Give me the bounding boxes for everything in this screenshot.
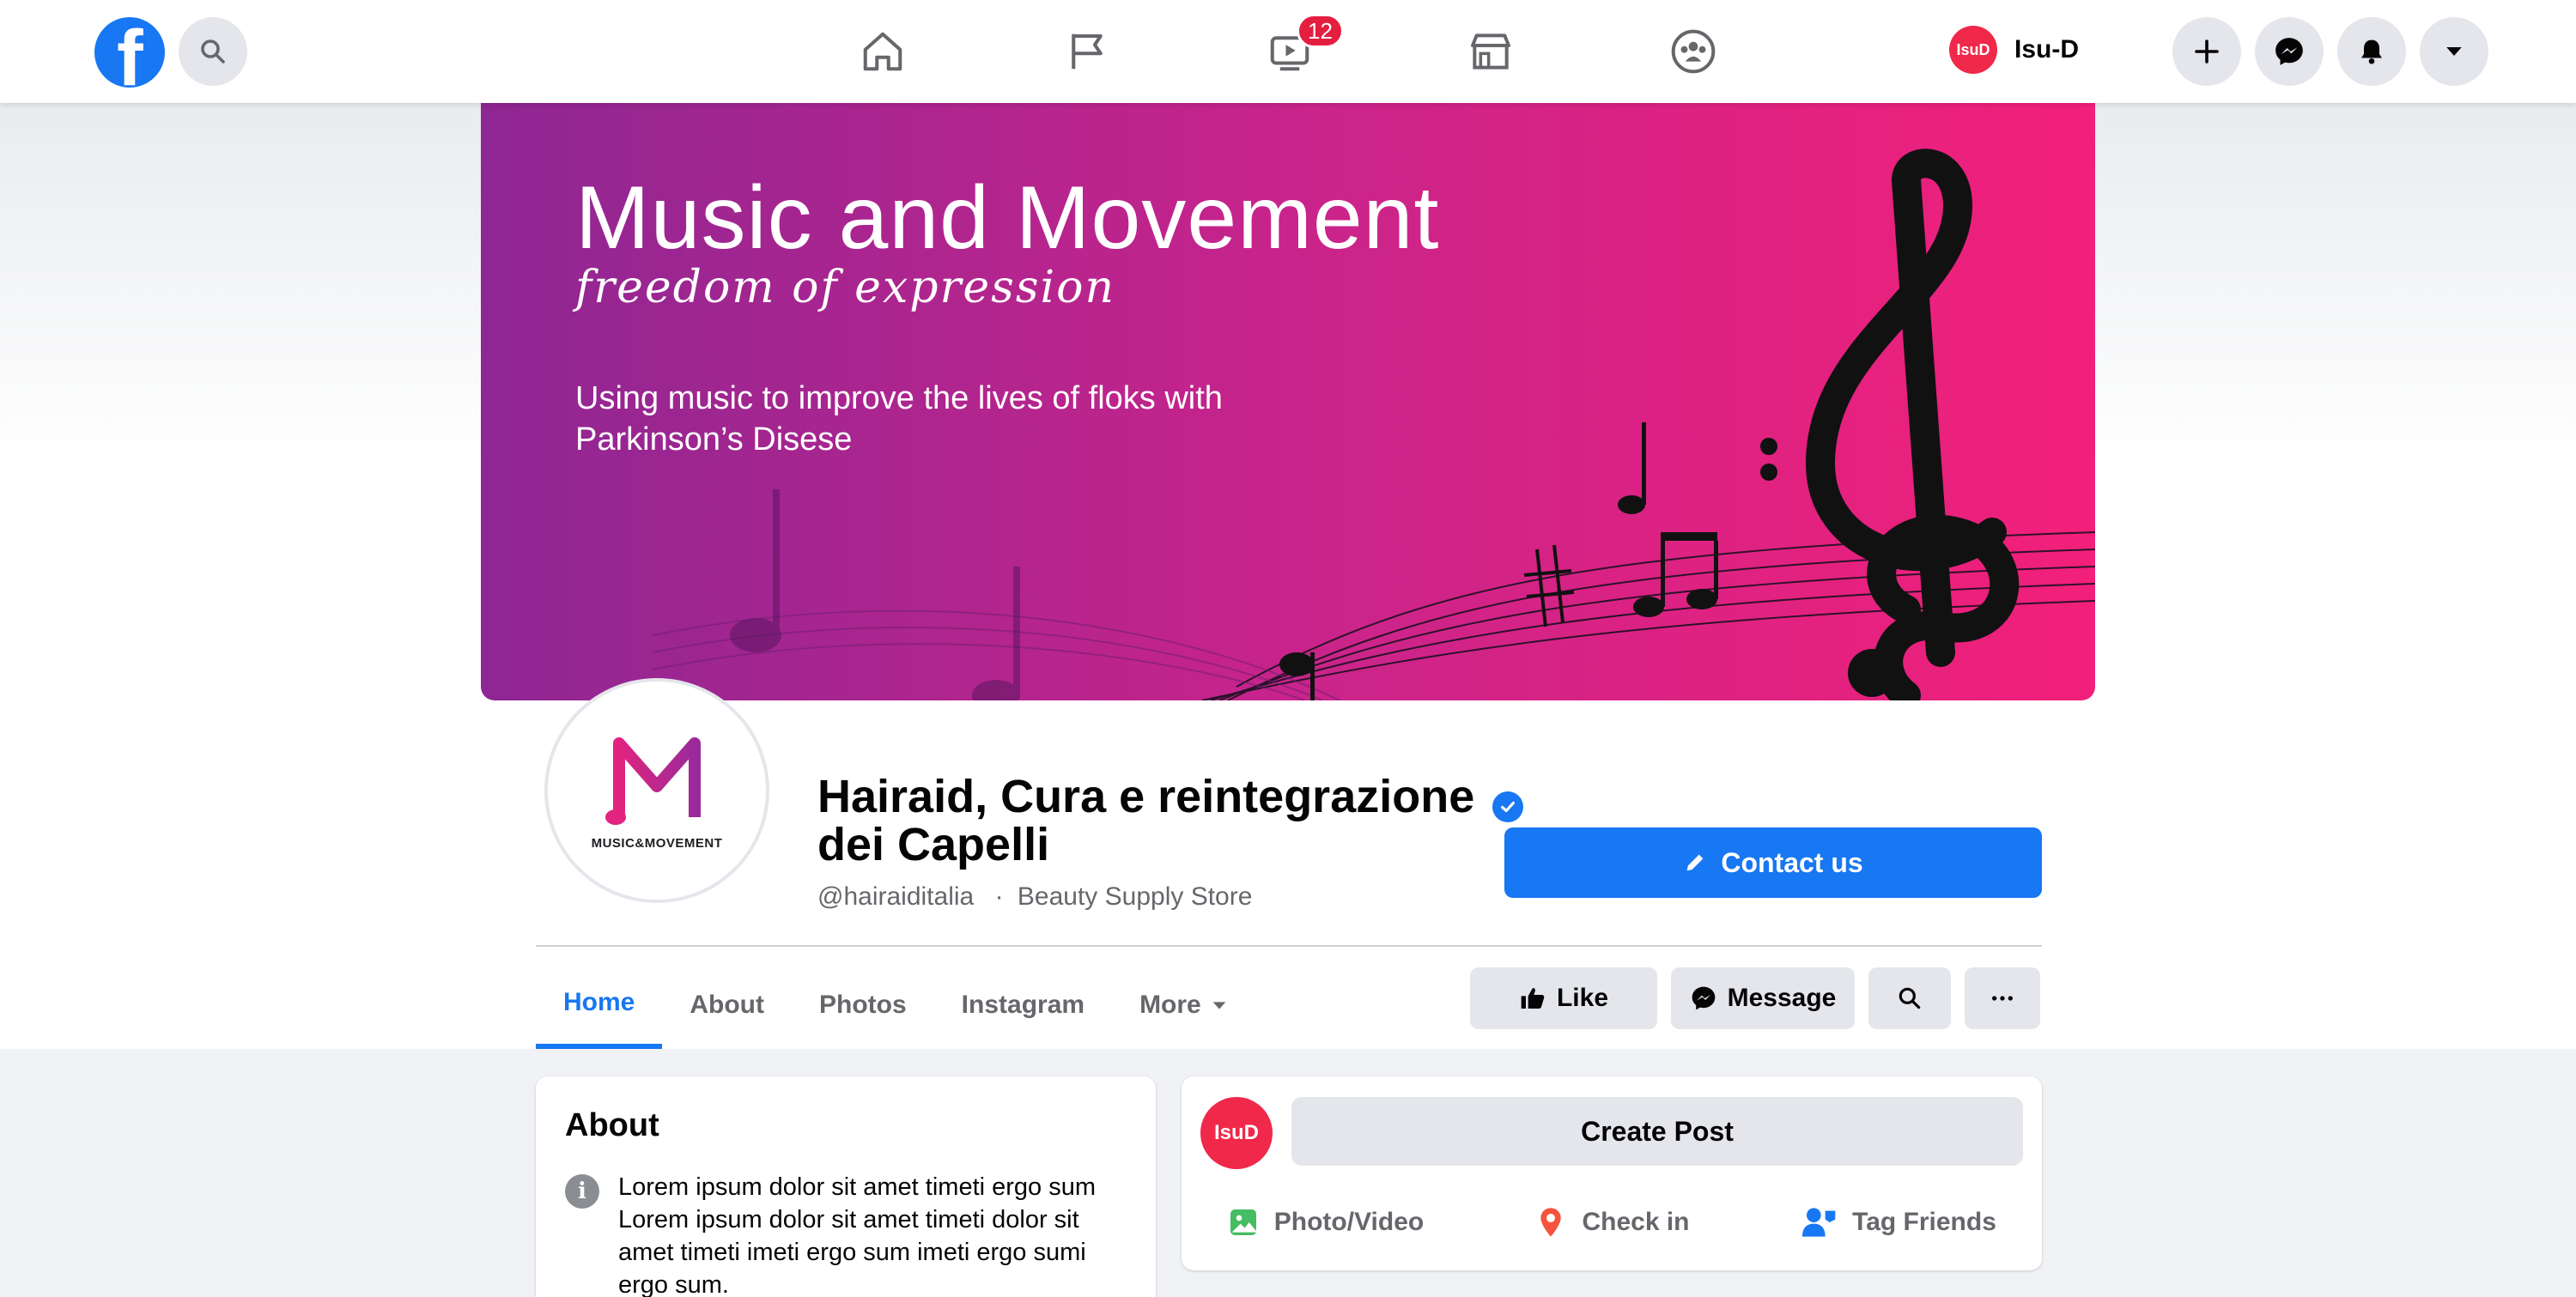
thumbs-up-icon (1521, 988, 1545, 1009)
nav-marketplace[interactable] (1465, 26, 1516, 77)
tab-photos-label: Photos (819, 991, 907, 1019)
plus-icon (2195, 39, 2219, 64)
notifications-button[interactable] (2337, 17, 2406, 86)
nav-home[interactable] (857, 26, 908, 77)
caret-down-icon (2446, 47, 2462, 56)
store-icon (1471, 33, 1510, 70)
check-in-button[interactable]: Check in (1468, 1188, 1755, 1257)
tab-about[interactable]: About (662, 961, 792, 1049)
bell-icon (2361, 39, 2382, 64)
caret-down-icon (1212, 1002, 1226, 1009)
tab-instagram-label: Instagram (961, 991, 1085, 1019)
contact-us-label: Contact us (1721, 846, 1863, 878)
profile-picture[interactable]: MUSIC&MOVEMENT (544, 678, 769, 903)
header-divider (536, 945, 2042, 947)
avatar[interactable]: IsuD (1200, 1097, 1273, 1169)
groups-icon (1671, 29, 1716, 74)
avatar: IsuD (1949, 26, 1997, 74)
user-profile-chip[interactable]: IsuD Isu-D (1949, 26, 2079, 74)
page-category[interactable]: Beauty Supply Store (1018, 882, 1253, 911)
more-options-button[interactable] (1965, 967, 2040, 1029)
post-actions: Photo/Video Check in Tag Friends (1182, 1188, 2042, 1257)
user-name: Isu-D (2014, 35, 2079, 64)
page-search-button[interactable] (1868, 967, 1951, 1029)
tab-about-label: About (690, 991, 764, 1019)
home-icon (863, 32, 902, 71)
messenger-icon (2275, 38, 2303, 65)
cover-description: Using music to improve the lives of flok… (575, 380, 1223, 458)
tab-instagram[interactable]: Instagram (934, 961, 1112, 1049)
create-post-button[interactable]: Create Post (1291, 1097, 2023, 1166)
check-in-label: Check in (1582, 1208, 1690, 1236)
account-menu-button[interactable] (2420, 17, 2488, 86)
page-actions: Like Message (1470, 967, 2040, 1029)
tab-home-label: Home (563, 988, 635, 1016)
music-movement-logo-icon (605, 736, 701, 825)
top-navigation-bar: f 12 IsuD Isu-D (0, 0, 2576, 103)
tag-friends-icon (1802, 1208, 1836, 1237)
tab-more-label: More (1139, 991, 1201, 1019)
contact-us-button[interactable]: Contact us (1504, 827, 2042, 898)
about-card: About i Lorem ipsum dolor sit amet timet… (536, 1076, 1156, 1297)
messenger-icon (1692, 986, 1715, 1010)
search-button[interactable] (179, 17, 247, 86)
pencil-icon (1686, 854, 1704, 871)
create-button[interactable] (2172, 17, 2241, 86)
notification-badge: 12 (1297, 14, 1344, 48)
photo-icon (1230, 1209, 1256, 1235)
nav-groups[interactable] (1668, 26, 1719, 77)
tab-photos[interactable]: Photos (792, 961, 934, 1049)
message-button[interactable]: Message (1671, 967, 1855, 1029)
search-icon (201, 39, 225, 64)
cover-photo[interactable]: Music and Movement freedom of expression… (481, 103, 2095, 700)
photo-video-button[interactable]: Photo/Video (1182, 1188, 1468, 1257)
location-pin-icon (1540, 1208, 1562, 1237)
photo-video-label: Photo/Video (1273, 1208, 1425, 1236)
tab-home[interactable]: Home (536, 961, 663, 1049)
tab-more[interactable]: More (1112, 961, 1256, 1049)
message-label: Message (1727, 984, 1837, 1012)
profile-logo-text: MUSIC&MOVEMENT (591, 835, 723, 851)
tag-friends-button[interactable]: Tag Friends (1755, 1188, 2042, 1257)
page-meta: @hairaiditalia · Beauty Supply Store (817, 882, 1252, 912)
like-button[interactable]: Like (1470, 967, 1657, 1029)
page-title: Hairaid, Cura e reintegrazione dei Capel… (817, 771, 1475, 870)
page-tabs: Home About Photos Instagram More (536, 961, 1256, 1049)
create-post-card: IsuD Create Post Photo/Video Check in Ta… (1182, 1076, 2042, 1270)
facebook-logo-letter: f (117, 17, 143, 88)
nav-pages[interactable] (1061, 26, 1113, 77)
about-card-title: About (565, 1107, 659, 1143)
facebook-logo[interactable]: f (94, 17, 165, 88)
like-label: Like (1556, 984, 1609, 1012)
ellipsis-icon (1992, 996, 2013, 1001)
search-icon (1899, 987, 1921, 1009)
meta-separator: · (994, 882, 1004, 911)
about-description: Lorem ipsum dolor sit amet timeti ergo s… (618, 1173, 1097, 1297)
info-icon: i (565, 1174, 599, 1209)
verified-badge-icon (1492, 791, 1523, 822)
page-handle[interactable]: @hairaiditalia (817, 882, 974, 911)
flag-icon (1072, 33, 1103, 70)
tag-friends-label: Tag Friends (1852, 1208, 1996, 1236)
cover-title: Music and Movement (575, 168, 1440, 268)
messenger-button[interactable] (2255, 17, 2324, 86)
cover-subtitle: freedom of expression (575, 262, 1115, 313)
